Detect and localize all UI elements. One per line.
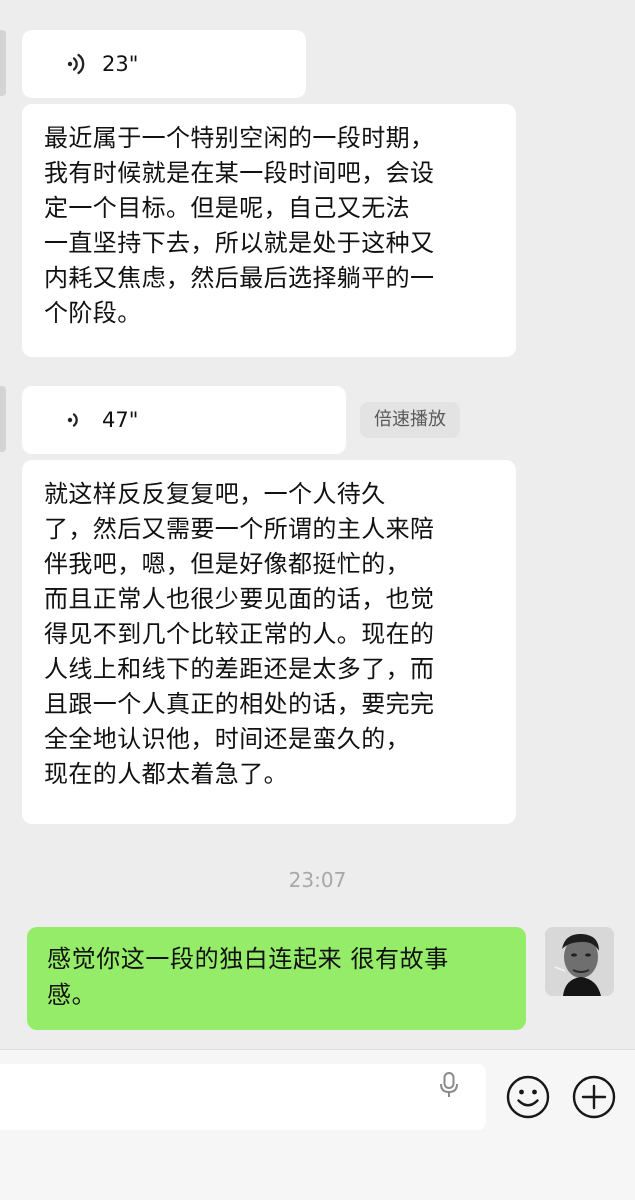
voice-message[interactable]: 23" <box>22 30 306 98</box>
voice-wave-icon <box>67 413 78 427</box>
voice-duration: 47" <box>102 408 139 432</box>
voice-message[interactable]: 47" <box>22 386 346 454</box>
chat-window: 23" 最近属于一个特别空闲的一段时期， 我有时候就是在某一段时间吧，会设 定一… <box>0 0 635 1200</box>
voice-transcription: 最近属于一个特别空闲的一段时期， 我有时候就是在某一段时间吧，会设 定一个目标。… <box>22 104 516 357</box>
microphone-icon[interactable] <box>434 1070 464 1100</box>
voice-wave-icon <box>67 53 85 75</box>
voice-transcription: 就这样反反复复吧，一个人待久 了，然后又需要一个所谓的主人来陪 伴我吧，嗯，但是… <box>22 460 516 824</box>
sender-avatar[interactable] <box>0 386 6 452</box>
message-timestamp: 23:07 <box>288 868 347 892</box>
voice-duration: 23" <box>102 52 139 76</box>
input-bar <box>0 1049 635 1200</box>
my-avatar[interactable] <box>545 927 614 996</box>
message-input[interactable] <box>0 1064 486 1130</box>
avatar-photo <box>545 927 614 996</box>
emoji-icon[interactable] <box>505 1074 551 1120</box>
plus-icon[interactable] <box>571 1074 617 1120</box>
outgoing-message: 感觉你这一段的独白连起来 很有故事 感。 <box>27 927 526 1030</box>
sender-avatar[interactable] <box>0 30 6 96</box>
playback-speed-button[interactable]: 倍速播放 <box>360 402 460 438</box>
